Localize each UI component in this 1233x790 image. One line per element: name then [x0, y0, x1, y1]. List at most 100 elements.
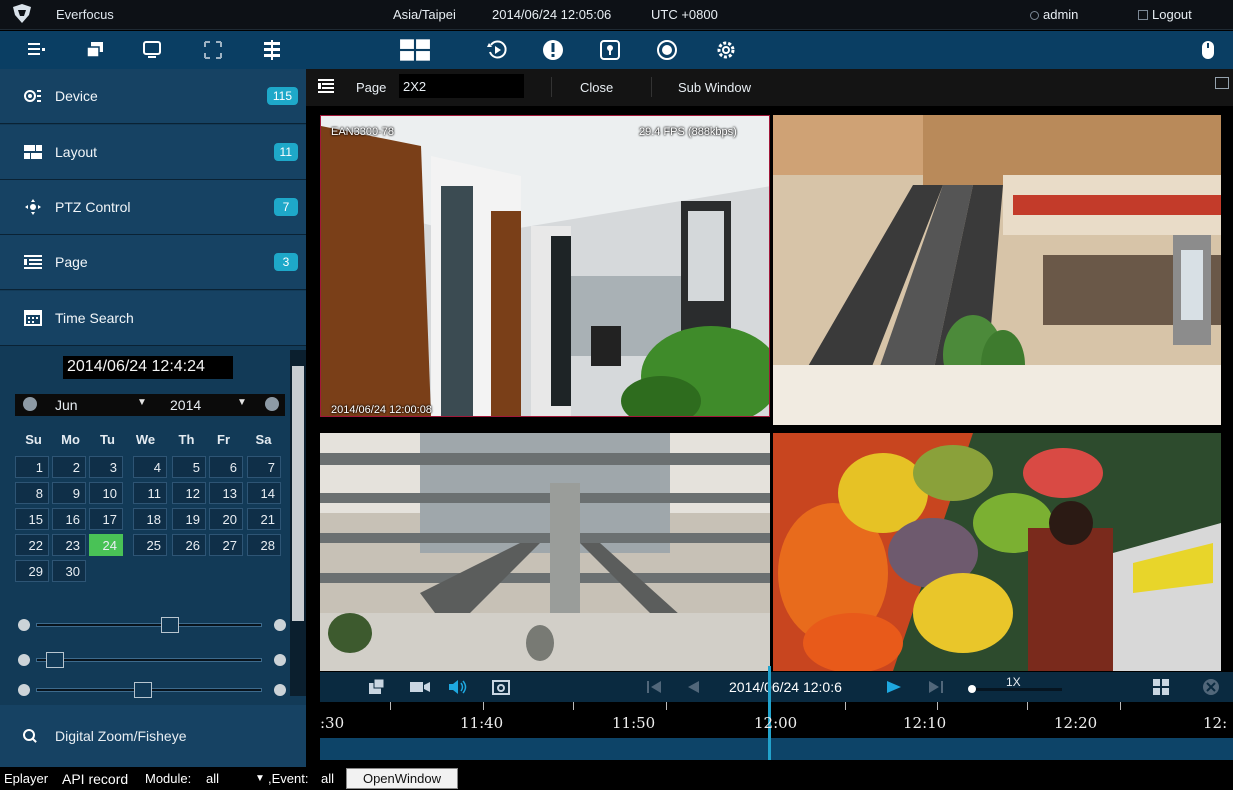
calendar-day[interactable]: 15 — [15, 508, 49, 530]
calendar-day[interactable]: 4 — [133, 456, 167, 478]
slider-track[interactable] — [36, 623, 262, 627]
month-select[interactable]: Jun — [55, 397, 78, 413]
calendar-day[interactable]: 13 — [209, 482, 243, 504]
close-circle-icon[interactable] — [1202, 678, 1220, 696]
chevron-down-icon[interactable]: ▼ — [255, 773, 265, 784]
sidebar-scrollbar-thumb[interactable] — [292, 366, 304, 621]
gear-icon[interactable] — [714, 38, 738, 62]
close-button[interactable]: Close — [580, 80, 613, 95]
timeline[interactable]: :30 11:40 11:50 12:00 12:10 12:20 12: — [320, 666, 1233, 767]
calendar-day[interactable]: 19 — [172, 508, 206, 530]
record-icon[interactable] — [410, 680, 430, 694]
grid-icon[interactable] — [1153, 679, 1169, 695]
user-menu[interactable]: admin — [1030, 7, 1078, 22]
calendar-day[interactable]: 16 — [52, 508, 86, 530]
fullscreen-icon[interactable] — [201, 38, 225, 62]
calendar-day[interactable]: 20 — [209, 508, 243, 530]
year-select[interactable]: 2014 — [170, 397, 201, 413]
mouse-icon[interactable] — [1196, 38, 1220, 62]
calendar-day[interactable]: 27 — [209, 534, 243, 556]
slider-knob[interactable] — [46, 652, 65, 668]
export-icon[interactable] — [368, 678, 386, 696]
video-tile-3[interactable] — [320, 433, 770, 671]
calendar-day[interactable]: 28 — [247, 534, 281, 556]
calendar-day[interactable]: 2 — [52, 456, 86, 478]
chevron-down-icon[interactable]: ▼ — [237, 397, 247, 408]
windows-icon[interactable] — [83, 38, 107, 62]
calendar-day[interactable]: 21 — [247, 508, 281, 530]
calendar-day[interactable]: 23 — [52, 534, 86, 556]
calendar-day[interactable]: 5 — [172, 456, 206, 478]
sidebar-item-digital-zoom[interactable]: Digital Zoom/Fisheye — [0, 705, 306, 767]
timeline-cursor[interactable] — [768, 666, 771, 760]
sidebar-item-layout[interactable]: Layout 11 — [0, 125, 306, 180]
layout-icon[interactable] — [398, 38, 432, 62]
calendar-day[interactable]: 18 — [133, 508, 167, 530]
open-window-button[interactable]: OpenWindow — [346, 768, 458, 789]
ptz-count-badge: 7 — [274, 198, 298, 216]
settings-alt-icon[interactable] — [655, 38, 679, 62]
video-tile-4[interactable] — [773, 433, 1221, 671]
calendar-day[interactable]: 12 — [172, 482, 206, 504]
lock-icon[interactable] — [598, 38, 622, 62]
event-select[interactable]: all — [321, 771, 334, 786]
skip-start-icon[interactable] — [646, 680, 662, 694]
minus-icon[interactable] — [18, 684, 30, 696]
minus-icon[interactable] — [18, 619, 30, 631]
sidebar-item-time-search[interactable]: Time Search — [0, 291, 306, 346]
calendar-day[interactable]: 25 — [133, 534, 167, 556]
alert-icon[interactable] — [541, 38, 565, 62]
slider-1[interactable] — [18, 617, 286, 633]
sidebar-item-page[interactable]: Page 3 — [0, 235, 306, 290]
video-tile-1[interactable]: EAN3300-78 29.4 FPS (888kbps) 2014/06/24… — [320, 115, 770, 417]
list-icon[interactable] — [24, 38, 48, 62]
sidebar-item-device[interactable]: Device 115 — [0, 69, 306, 124]
window-icon[interactable] — [1215, 77, 1229, 89]
time-search-input[interactable]: 2014/06/24 12:4:24 — [63, 356, 233, 379]
playback-icon[interactable] — [485, 38, 509, 62]
calendar-day[interactable]: 7 — [247, 456, 281, 478]
calendar-day[interactable]: 1 — [15, 456, 49, 478]
video-tile-2[interactable] — [773, 115, 1221, 425]
slider-2[interactable] — [18, 652, 286, 668]
next-month-icon[interactable] — [265, 397, 279, 411]
timeline-record-band[interactable] — [320, 738, 1233, 760]
calendar-day[interactable]: 6 — [209, 456, 243, 478]
page-select[interactable]: 2X2 — [399, 74, 524, 98]
calendar-day[interactable]: 30 — [52, 560, 86, 582]
module-select[interactable]: all — [206, 771, 219, 786]
slider-knob[interactable] — [160, 617, 179, 633]
audio-icon[interactable] — [448, 678, 468, 696]
skip-end-icon[interactable] — [928, 680, 944, 694]
calendar-day[interactable]: 9 — [52, 482, 86, 504]
grid-split-icon[interactable] — [260, 38, 284, 62]
calendar-day[interactable]: 11 — [133, 482, 167, 504]
monitor-icon[interactable] — [140, 38, 164, 62]
plus-icon[interactable] — [274, 654, 286, 666]
calendar-day[interactable]: 26 — [172, 534, 206, 556]
calendar-day[interactable]: 10 — [89, 482, 123, 504]
calendar-day[interactable]: 8 — [15, 482, 49, 504]
chevron-down-icon[interactable]: ▼ — [137, 397, 147, 408]
calendar-day[interactable]: 24 — [89, 534, 123, 556]
snapshot-icon[interactable] — [492, 678, 510, 696]
slider-track[interactable] — [36, 658, 262, 662]
slider-3[interactable] — [18, 682, 286, 698]
sub-window-button[interactable]: Sub Window — [678, 80, 751, 95]
speed-slider-knob[interactable] — [968, 685, 976, 693]
calendar-day[interactable]: 22 — [15, 534, 49, 556]
sidebar-item-ptz-control[interactable]: PTZ Control 7 — [0, 180, 306, 235]
slider-knob[interactable] — [133, 682, 152, 698]
logout-button[interactable]: Logout — [1138, 7, 1192, 22]
calendar-day[interactable]: 3 — [89, 456, 123, 478]
calendar-day[interactable]: 14 — [247, 482, 281, 504]
plus-icon[interactable] — [274, 684, 286, 696]
step-back-icon[interactable] — [686, 680, 700, 694]
api-record-select[interactable]: API record — [62, 771, 128, 787]
calendar-day[interactable]: 29 — [15, 560, 49, 582]
calendar-day[interactable]: 17 — [89, 508, 123, 530]
prev-month-icon[interactable] — [23, 397, 37, 411]
minus-icon[interactable] — [18, 654, 30, 666]
play-icon[interactable] — [886, 680, 902, 694]
plus-icon[interactable] — [274, 619, 286, 631]
